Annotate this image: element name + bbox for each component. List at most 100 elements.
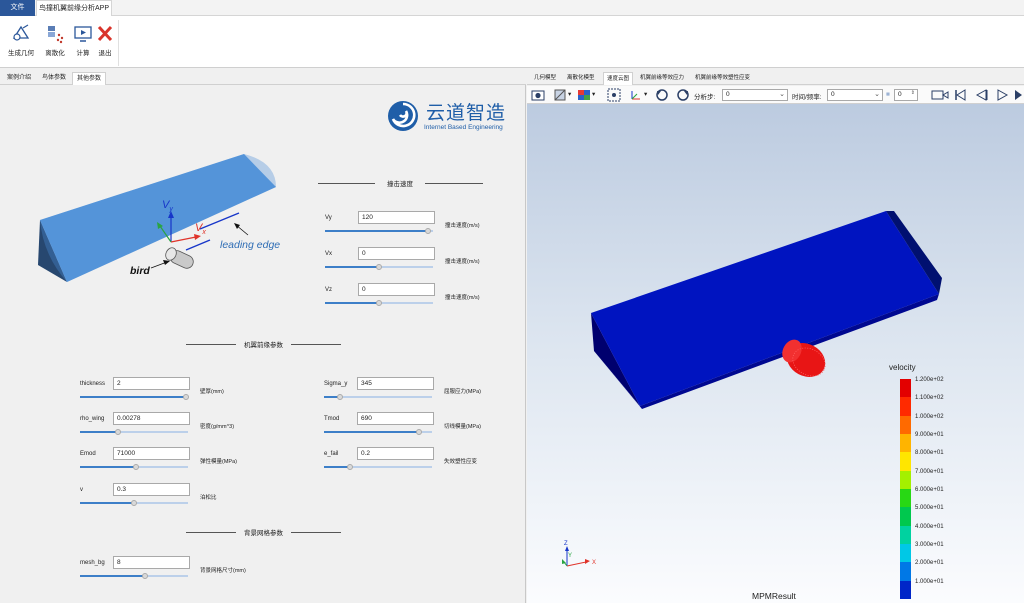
logo-swirl-icon (388, 101, 418, 131)
exit-button[interactable]: 退出 (90, 22, 120, 62)
param-thickness: thickness 2 壁厚(mm) (80, 377, 330, 407)
tab-geometry-model[interactable]: 几何模型 (531, 72, 559, 85)
first-frame-icon[interactable] (953, 88, 967, 102)
param-slider[interactable] (325, 264, 433, 270)
legend-swatch (900, 507, 911, 526)
rotate-right-icon[interactable] (676, 88, 690, 102)
frame-slider-icon[interactable]: ■ (886, 91, 890, 98)
param-description: 切线模量(MPa) (444, 424, 481, 430)
slider-fill (325, 302, 379, 304)
param-input[interactable]: 120 (358, 211, 435, 224)
play-icon[interactable] (995, 88, 1009, 102)
time-select[interactable]: 0 ⌄ (827, 89, 883, 101)
legend-value-label: 1.200e+02 (915, 377, 944, 383)
slider-thumb[interactable] (131, 500, 137, 506)
param-label: Emod (80, 451, 96, 457)
generate-geometry-button[interactable]: 生成几何 (6, 22, 36, 62)
param-slider[interactable] (325, 300, 433, 306)
slider-thumb[interactable] (133, 464, 140, 470)
tab-equivalent-stress[interactable]: 机翼前缘等效应力 (637, 72, 687, 85)
legend-value-label: 8.000e+01 (915, 450, 944, 457)
parameter-panel: 云道智造 Internet Based Engineering Vy Vx le… (0, 85, 526, 603)
slider-thumb[interactable] (337, 394, 344, 400)
rotate-left-icon[interactable] (655, 88, 669, 102)
param-description: 壁厚(mm) (200, 389, 224, 395)
viewer-toolbar: ▾ ▾ ▾ 分析步: 0 ⌄ 时间/频率: 0 ⌄ ■ 0 ⇕ (527, 86, 1024, 104)
param-input[interactable]: 2 (113, 377, 190, 390)
param-input[interactable]: 0 (358, 283, 435, 296)
param-input[interactable]: 0.00278 (113, 412, 190, 425)
previous-frame-icon[interactable] (974, 88, 988, 102)
param-emod: Emod 71000 弹性模量(MPa) (80, 447, 330, 477)
slider-thumb[interactable] (416, 429, 423, 435)
slider-thumb[interactable] (114, 429, 121, 435)
tab-app[interactable]: 鸟撞机翼前缘分析APP (36, 0, 112, 17)
tab-file[interactable]: 文件 (0, 0, 35, 16)
legend-value-label: 9.000e+01 (915, 432, 944, 438)
tab-velocity-contour[interactable]: 速度云图 (603, 72, 634, 85)
frame-spinner[interactable]: 0 ⇕ (894, 89, 918, 101)
param-input[interactable]: 0.3 (113, 483, 190, 496)
slider-thumb[interactable] (346, 464, 353, 470)
render-mode-icon[interactable] (553, 88, 567, 102)
axis-view-dropdown-icon[interactable]: ▾ (644, 90, 647, 98)
exit-icon (97, 25, 113, 42)
3d-viewport[interactable]: Z X Y velocity 1.200e+02 1.100e+02 1.000e+… (527, 104, 1024, 603)
tab-other-params[interactable]: 其他参数 (72, 72, 107, 85)
slider-thumb[interactable] (376, 264, 382, 270)
video-record-icon[interactable] (931, 88, 949, 102)
slider-thumb[interactable] (376, 300, 382, 306)
param-description: 密度(g/mm^3) (200, 424, 235, 430)
param-slider[interactable] (324, 394, 432, 400)
vy-subscript: y (168, 206, 173, 213)
discretize-button[interactable]: 离散化 (40, 22, 70, 62)
legend-value-label: 1.000e+01 (915, 578, 944, 585)
geometry-icon (12, 24, 30, 41)
render-mode-dropdown-icon[interactable]: ▾ (568, 90, 571, 98)
param-input[interactable]: 0.2 (357, 447, 434, 460)
fit-view-icon[interactable] (607, 88, 621, 102)
ribbon: 生成几何 离散化 计算 退出 (0, 16, 1024, 68)
logo-text-cn: 云道智造 (426, 102, 507, 124)
bird-shape (165, 247, 194, 269)
param-label: rho_wing (80, 416, 105, 422)
slider-thumb[interactable] (424, 228, 431, 234)
step-select[interactable]: 0 ⌄ (722, 89, 788, 101)
param-slider[interactable] (325, 228, 433, 234)
legend-value-label: 5.000e+01 (915, 505, 944, 512)
legend-title: velocity (889, 363, 916, 372)
legend-swatch (900, 488, 911, 508)
param-slider[interactable] (324, 429, 432, 435)
param-input[interactable]: 345 (357, 377, 434, 390)
param-input[interactable]: 8 (113, 556, 190, 569)
slider-thumb[interactable] (141, 573, 148, 579)
color-map-dropdown-icon[interactable]: ▾ (592, 90, 595, 98)
param-input[interactable]: 0 (358, 247, 435, 260)
vx-subscript: x (201, 229, 206, 236)
slider-thumb[interactable] (182, 394, 189, 400)
tab-bird-params[interactable]: 鸟体参数 (38, 72, 70, 85)
slider-fill (325, 230, 428, 232)
legend-swatch (900, 543, 911, 563)
camera-icon[interactable] (531, 88, 545, 102)
color-map-icon[interactable] (577, 88, 591, 102)
next-frame-icon[interactable] (1013, 88, 1023, 102)
tab-discretized-model[interactable]: 离散化模型 (564, 72, 598, 85)
param-slider[interactable] (80, 573, 188, 579)
mesh-section-title: 背景网格参数 (244, 530, 283, 537)
param-slider[interactable] (324, 464, 432, 470)
tab-case-intro[interactable]: 案例介绍 (3, 72, 35, 85)
legend-value-label: 7.000e+01 (915, 468, 944, 475)
tab-equivalent-plastic-strain[interactable]: 机翼前缘等效塑性应变 (692, 72, 753, 85)
param-slider[interactable] (80, 429, 188, 435)
param-label: Vx (325, 251, 333, 257)
legend-swatch (900, 580, 911, 599)
legend-color-bar (900, 379, 911, 599)
param-input[interactable]: 71000 (113, 447, 190, 460)
axis-view-icon[interactable] (629, 88, 643, 102)
param-slider[interactable] (80, 500, 188, 506)
param-slider[interactable] (80, 394, 189, 400)
param-input[interactable]: 690 (357, 412, 434, 425)
ribbon-separator (118, 20, 119, 66)
param-slider[interactable] (80, 464, 188, 470)
